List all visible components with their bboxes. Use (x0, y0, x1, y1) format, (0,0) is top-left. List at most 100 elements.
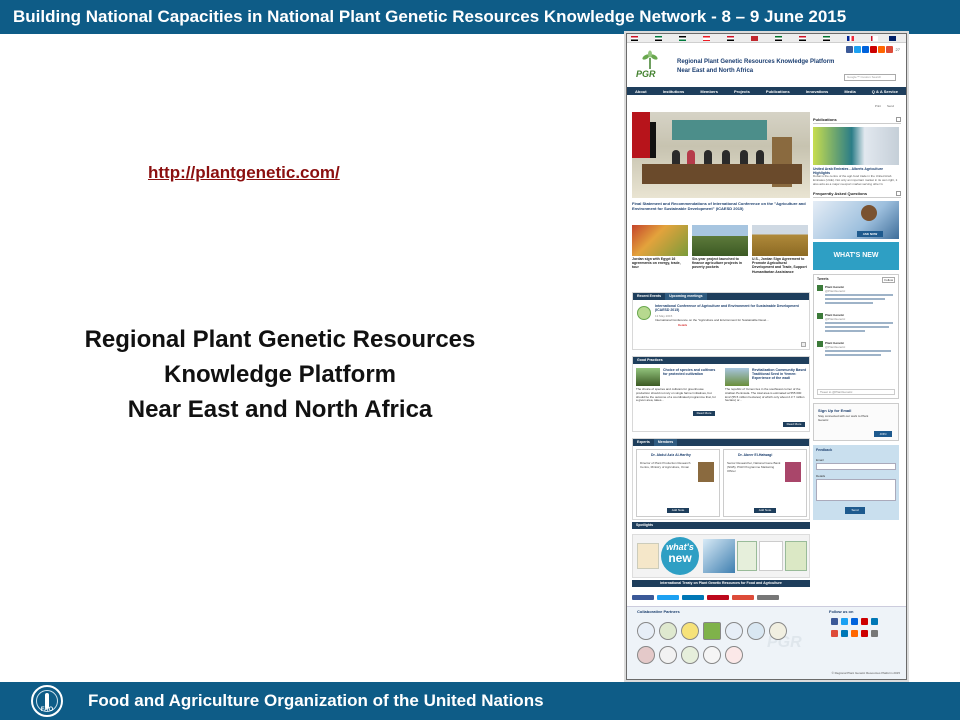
print-link[interactable]: Print (875, 104, 881, 108)
partner-logo[interactable] (747, 622, 765, 640)
rss-icon[interactable] (877, 45, 885, 53)
nav-media[interactable]: Media (844, 89, 855, 94)
flickr-icon[interactable] (851, 618, 858, 625)
join-button[interactable]: JOIN (874, 430, 892, 437)
nav-qa-service[interactable]: Q & A Service (872, 89, 898, 94)
tab-good-practices[interactable]: Good Practices (633, 357, 667, 364)
practice-title[interactable]: Choice of species and cultivars for prot… (663, 368, 718, 376)
news-thumb[interactable]: Six-year project launched to finance agr… (692, 225, 748, 274)
google-plus-icon[interactable] (885, 45, 893, 53)
nav-institutions[interactable]: Institutions (663, 89, 685, 94)
share-linkedin-button[interactable] (682, 595, 704, 600)
flag-icon[interactable] (823, 36, 830, 41)
partner-logo[interactable] (659, 622, 677, 640)
add-note-button[interactable]: Add Note (667, 508, 689, 513)
whats-new-banner[interactable]: WHAT'S NEW (813, 241, 899, 270)
nav-innovations[interactable]: Innovations (806, 89, 828, 94)
publication-image[interactable] (813, 127, 899, 165)
send-link[interactable]: Send (887, 104, 894, 108)
flag-icon[interactable] (799, 36, 806, 41)
pinterest-icon[interactable] (861, 630, 868, 637)
spotlight-item[interactable] (737, 541, 757, 571)
tab-experts[interactable]: Experts (633, 439, 654, 446)
flag-icon[interactable] (631, 36, 638, 41)
pgr-logo[interactable]: PGR (632, 50, 668, 84)
partner-logo[interactable] (769, 622, 787, 640)
ask-now-button[interactable]: ASK NOW (857, 230, 883, 237)
rss-icon[interactable] (851, 630, 858, 637)
site-search-input[interactable]: Google™ Custom Search (844, 74, 896, 81)
practice-title[interactable]: Revitalization Community Based Tradition… (752, 368, 808, 381)
flag-icon[interactable] (847, 36, 854, 41)
tab-upcoming-meetings[interactable]: Upcoming meetings (665, 293, 707, 300)
twitter-icon[interactable] (853, 45, 861, 53)
nav-about[interactable]: About (635, 89, 647, 94)
partner-logo[interactable] (637, 622, 655, 640)
feedback-email-field[interactable] (816, 462, 896, 470)
flickr-icon[interactable] (861, 45, 869, 53)
spotlight-item[interactable] (759, 541, 783, 571)
expand-icon[interactable] (896, 117, 901, 122)
share-twitter-button[interactable] (657, 595, 679, 600)
flag-icon[interactable] (871, 36, 878, 41)
twitter-icon[interactable] (841, 618, 848, 625)
youtube-icon[interactable] (869, 45, 877, 53)
tweet[interactable]: Plant Genetic @PlantGenetic (817, 340, 895, 363)
flag-icon[interactable] (655, 36, 662, 41)
share-email-button[interactable] (757, 595, 779, 600)
linkedin-icon[interactable] (871, 618, 878, 625)
tab-members[interactable]: Members (653, 439, 678, 446)
feedback-details-field[interactable] (816, 478, 896, 501)
treaty-banner[interactable]: International Treaty on Plant Genetic Re… (632, 580, 810, 587)
tweet[interactable]: Plant Genetic @PlantGenetic (817, 312, 895, 335)
share-facebook-button[interactable] (632, 595, 654, 600)
flag-icon[interactable] (775, 36, 782, 41)
youtube-icon[interactable] (861, 618, 868, 625)
news-thumb[interactable]: U.S., Jordan Sign Agreement to Promote A… (752, 225, 808, 274)
partner-logo[interactable] (681, 646, 699, 664)
more-button[interactable] (801, 342, 806, 347)
spotlight-whats-new[interactable]: what's new (661, 537, 699, 575)
event-title[interactable]: International Conference of Agriculture … (655, 304, 805, 312)
nav-projects[interactable]: Projects (734, 89, 750, 94)
partner-logo[interactable] (637, 646, 655, 664)
linkedin-icon[interactable] (841, 630, 848, 637)
flag-icon[interactable] (727, 36, 734, 41)
plantgenetic-link[interactable]: http://plantgenetic.com/ (148, 163, 340, 183)
send-button[interactable]: Send (845, 506, 865, 514)
email-icon[interactable] (871, 630, 878, 637)
flag-icon[interactable] (703, 36, 710, 41)
spotlight-item[interactable] (785, 541, 807, 571)
tweet-to-input[interactable]: Tweet to @PlantGenetic (817, 388, 895, 395)
nav-members[interactable]: Members (700, 89, 718, 94)
read-more-button[interactable]: Read More (693, 411, 715, 416)
follow-button[interactable]: Follow (882, 276, 895, 283)
facebook-icon[interactable] (831, 618, 838, 625)
tweet[interactable]: Plant Genetic @PlantGenetic (817, 284, 895, 307)
add-note-button[interactable]: Add Note (754, 508, 776, 513)
flag-icon[interactable] (751, 36, 758, 41)
spotlight-item[interactable] (703, 539, 735, 573)
expert-card[interactable]: Dr. Abeer El-Hatwagi Senior Researcher, … (723, 449, 807, 517)
hero-caption[interactable]: Final Statement and Recommendations of I… (632, 201, 808, 211)
hero-image[interactable] (632, 112, 810, 198)
flag-icon[interactable] (679, 36, 686, 41)
tab-spotlights[interactable]: Spotlights (632, 522, 657, 529)
flag-icon[interactable] (889, 36, 896, 41)
share-pinterest-button[interactable] (707, 595, 729, 600)
event-details-link[interactable]: Details (678, 323, 687, 327)
nav-publications[interactable]: Publications (766, 89, 790, 94)
google-plus-icon[interactable] (831, 630, 838, 637)
news-thumb[interactable]: Jordan sign with Egypt 16 agreements on … (632, 225, 688, 274)
partner-logo[interactable] (725, 646, 743, 664)
partner-logo[interactable] (703, 646, 721, 664)
expand-icon[interactable] (896, 190, 901, 196)
partner-logo[interactable] (681, 622, 699, 640)
read-more-button[interactable]: Read More (783, 422, 805, 427)
spotlight-item[interactable] (637, 543, 659, 569)
share-google-button[interactable] (732, 595, 754, 600)
tab-recent-events[interactable]: Recent Events (633, 293, 665, 300)
partner-logo[interactable] (703, 622, 721, 640)
expert-card[interactable]: Dr. Abdul Aziz Al-Harthy Director of Pla… (636, 449, 720, 517)
partner-logo[interactable] (659, 646, 677, 664)
